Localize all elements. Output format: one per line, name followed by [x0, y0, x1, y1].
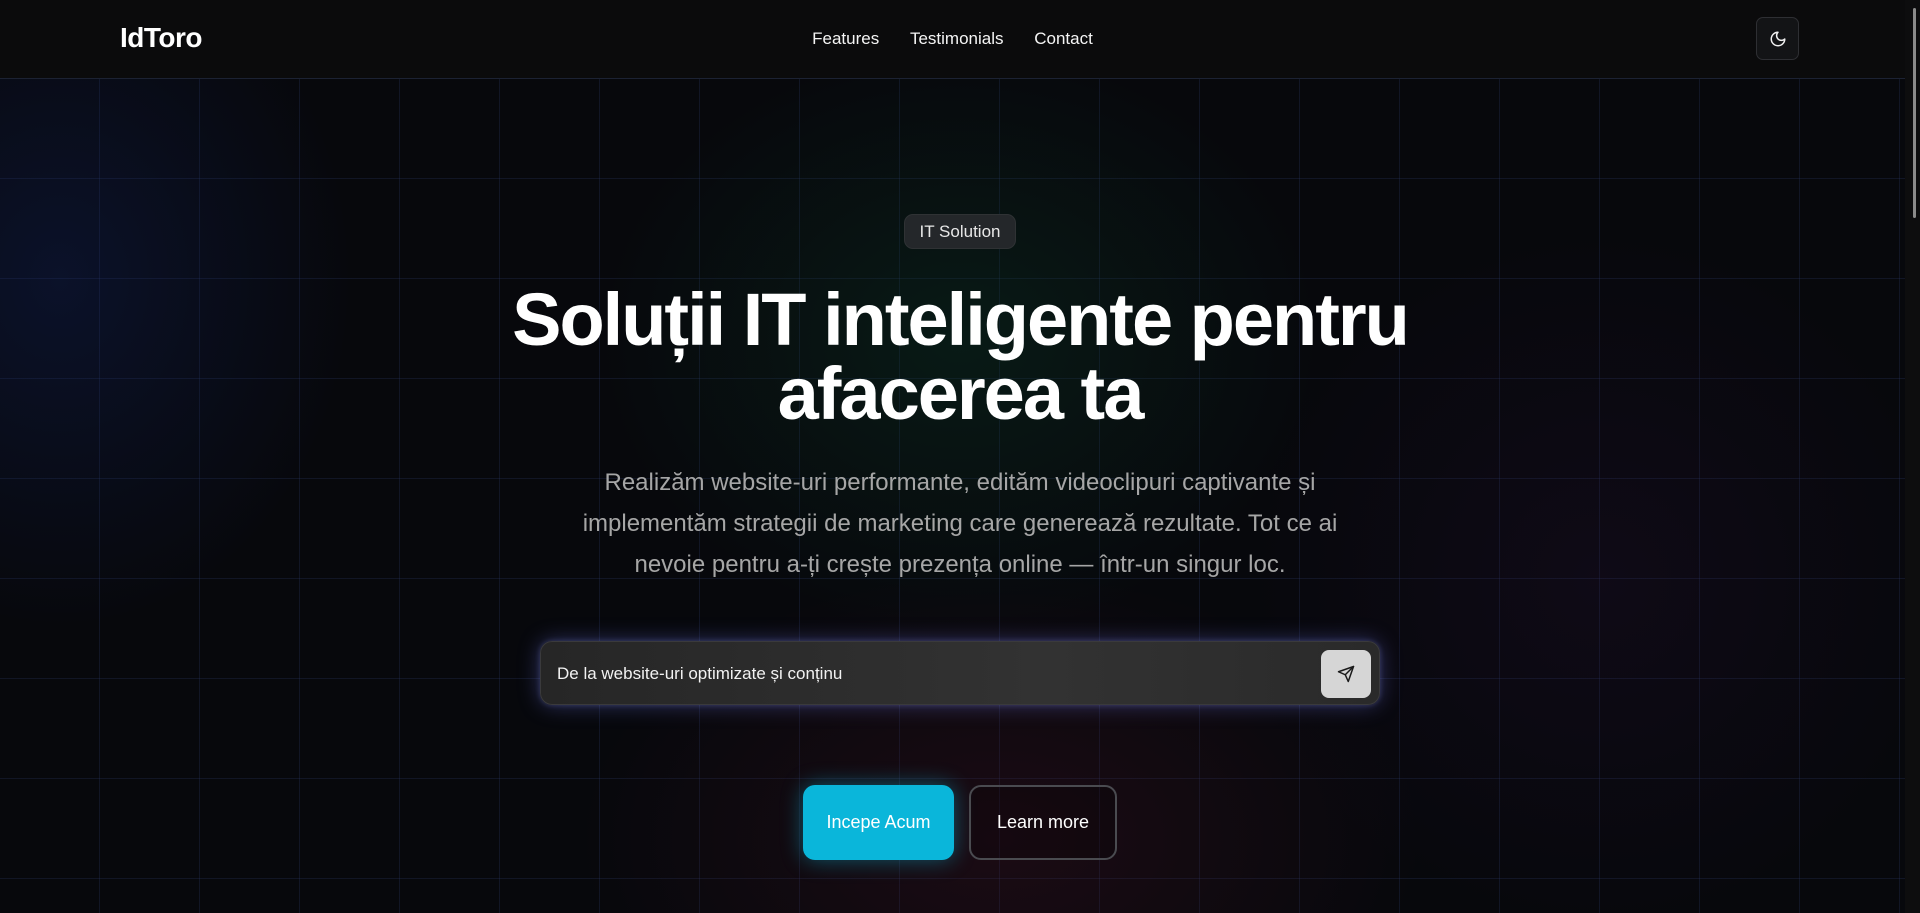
hero-subtitle: Realizăm website-uri performante, edităm… [540, 462, 1380, 585]
nav-links: Features Testimonials Contact [0, 29, 1905, 49]
page: IdToro Features Testimonials Contact IT … [0, 0, 1920, 913]
hero-subtitle-line-1: Realizăm website-uri performante, edităm… [604, 469, 1316, 496]
send-button[interactable] [1321, 650, 1371, 698]
scrollbar-thumb[interactable] [1913, 8, 1916, 218]
moon-icon [1770, 31, 1785, 46]
nav-link-contact[interactable]: Contact [1034, 29, 1093, 48]
theme-toggle-button[interactable] [1756, 17, 1799, 60]
hero-title-line-2: afacerea ta [777, 352, 1145, 435]
send-icon [1337, 665, 1355, 683]
learn-more-button[interactable]: Learn more [969, 785, 1117, 860]
hero-title-line-1: Soluții IT inteligente pentru [512, 278, 1410, 361]
nav-link-features[interactable]: Features [812, 29, 879, 48]
prompt-box [540, 641, 1380, 705]
hero-title: Soluții IT inteligente pentru afacerea t… [460, 283, 1460, 431]
start-now-button[interactable]: Incepe Acum [803, 785, 954, 860]
hero-badge: IT Solution [904, 214, 1016, 249]
hero-subtitle-line-3: nevoie pentru a-ți crește prezența onlin… [634, 551, 1286, 578]
hero-subtitle-line-2: implementăm strategii de marketing care … [582, 510, 1338, 537]
navbar: IdToro Features Testimonials Contact [0, 0, 1905, 79]
nav-link-testimonials[interactable]: Testimonials [910, 29, 1004, 48]
prompt-input[interactable] [555, 652, 1299, 696]
